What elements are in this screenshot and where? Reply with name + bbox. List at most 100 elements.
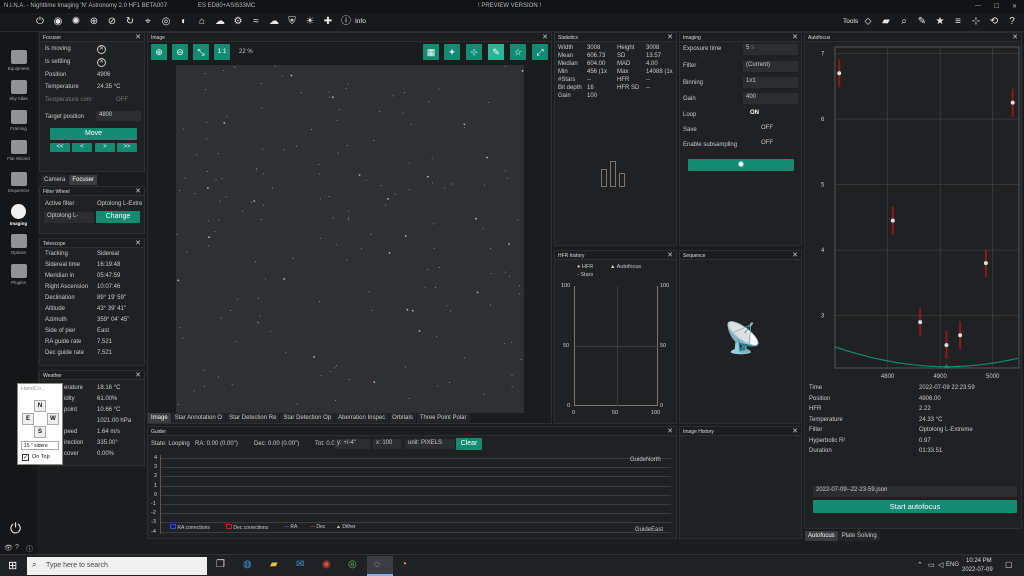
cloud-icon[interactable]: ☁ xyxy=(268,16,280,28)
solver-icon[interactable]: ☀ xyxy=(304,16,316,28)
focuser-icon[interactable]: ⊘ xyxy=(106,16,118,28)
close-icon[interactable]: ✕ xyxy=(1012,33,1018,41)
nina-taskbar-button[interactable]: ◌ xyxy=(367,556,393,576)
detect-stars-icon[interactable]: ☆ xyxy=(510,44,526,60)
temp-comp-toggle[interactable]: OFF xyxy=(116,97,128,103)
filter-wheel-icon[interactable]: ⊕ xyxy=(88,16,100,28)
filter-select[interactable]: Optolong L- xyxy=(44,212,94,223)
gain-input[interactable]: 400 xyxy=(743,93,798,104)
tools-icon[interactable]: ⬦ xyxy=(862,16,874,28)
clock-time[interactable]: 10:24 PM xyxy=(966,558,992,564)
info-label[interactable]: Info xyxy=(355,18,366,25)
power-icon[interactable]: ⏻ xyxy=(10,520,21,537)
target-position-input[interactable]: 4800 xyxy=(96,111,141,121)
close-icon[interactable]: ✕ xyxy=(792,33,798,41)
zoom-1to1-button[interactable]: 1:1 xyxy=(214,44,230,60)
star-icon[interactable]: ★ xyxy=(934,16,946,28)
move-button[interactable]: Move xyxy=(50,128,137,140)
settings-icon[interactable]: ≡ xyxy=(952,16,964,28)
step-in-button[interactable]: < xyxy=(72,143,92,152)
dome-icon[interactable]: ⌂ xyxy=(196,16,208,28)
minimize-icon[interactable]: — xyxy=(975,3,981,9)
plugin-icon[interactable]: ✚ xyxy=(322,16,334,28)
close-icon[interactable]: ✕ xyxy=(792,427,798,435)
rotator-icon[interactable]: ↻ xyxy=(124,16,136,28)
tab-star-detection-results[interactable]: Star Detection Re xyxy=(226,413,280,423)
tab-camera[interactable]: Camera xyxy=(41,175,69,185)
tab-aberration-inspector[interactable]: Aberration Inspec xyxy=(335,413,389,423)
close-icon[interactable]: ✕ xyxy=(135,239,141,247)
save-toggle[interactable]: OFF xyxy=(761,125,773,131)
guider-clear-button[interactable]: Clear xyxy=(456,438,482,450)
tab-orbitals[interactable]: Orbitals xyxy=(389,413,416,423)
network-icon[interactable]: ▭ xyxy=(928,561,935,569)
zoom-out-icon[interactable]: ⊖ xyxy=(172,44,188,60)
close-icon[interactable]: ✕ xyxy=(135,33,141,41)
info-icon[interactable]: ⓘ xyxy=(340,16,352,28)
tab-star-detection-options[interactable]: Star Detection Op xyxy=(280,413,335,423)
fit-icon[interactable]: ⤡ xyxy=(193,44,209,60)
east-button[interactable]: E xyxy=(22,413,34,425)
ruler-icon[interactable]: ▰ xyxy=(880,16,892,28)
sidebar-item-plugins[interactable]: Plugins xyxy=(0,262,37,292)
sidebar-item-framing[interactable]: Framing xyxy=(0,108,37,138)
sidebar-item-flat-wizard[interactable]: Flat Wizard xyxy=(0,138,37,168)
change-filter-button[interactable]: Change xyxy=(96,211,140,223)
guider-unit-select[interactable]: unit: PIXELS xyxy=(405,439,455,449)
sidebar-item-sequencer[interactable]: Sequencer xyxy=(0,170,37,200)
guider-y-scale-select[interactable]: y: +/-4" xyxy=(334,439,370,449)
tray-arrow-icon[interactable]: ⌃ xyxy=(917,561,923,569)
wand-icon[interactable]: ✎ xyxy=(916,16,928,28)
chrome-icon[interactable]: ◉ xyxy=(322,559,331,570)
subsampling-toggle[interactable]: OFF xyxy=(761,140,773,146)
crosshair-icon[interactable]: ⊹ xyxy=(970,16,982,28)
west-button[interactable]: W xyxy=(47,413,59,425)
file-explorer-icon[interactable]: ▰ xyxy=(270,559,278,570)
auto-stretch-icon[interactable]: ✎ xyxy=(488,44,504,60)
close-icon[interactable]: ✕ xyxy=(1012,3,1017,10)
history-icon[interactable]: ⟲ xyxy=(988,16,1000,28)
step-out-button[interactable]: > xyxy=(95,143,115,152)
language-indicator[interactable]: ENG xyxy=(946,562,959,568)
guider-x-scale-select[interactable]: x: 100 xyxy=(373,439,401,449)
sidebar-item-equipment[interactable]: Equipment xyxy=(0,48,37,78)
sidebar-item-options[interactable]: Options xyxy=(0,232,37,262)
tab-image[interactable]: Image xyxy=(148,413,171,423)
grid-icon[interactable]: ▦ xyxy=(423,44,439,60)
crosshair-icon[interactable]: ⊹ xyxy=(466,44,482,60)
filter-select[interactable]: (Current) xyxy=(743,61,798,72)
phd2-icon[interactable]: ◎ xyxy=(348,559,357,570)
windows-start-icon[interactable]: ⊞ xyxy=(8,559,17,572)
eye-icon[interactable]: 👁 xyxy=(4,544,13,552)
captured-image[interactable] xyxy=(176,65,524,413)
exposure-input[interactable]: 5 s xyxy=(743,44,798,55)
close-icon[interactable]: ✕ xyxy=(135,371,141,379)
volume-icon[interactable]: ◁ xyxy=(938,561,943,569)
info-circle-icon[interactable]: ⓘ xyxy=(26,544,33,554)
close-icon[interactable]: ✕ xyxy=(542,33,548,41)
clock-date[interactable]: 2022-07-09 xyxy=(962,567,993,573)
gear-icon[interactable]: ✺ xyxy=(70,16,82,28)
tab-autofocus[interactable]: Autofocus xyxy=(805,531,838,541)
guider-icon[interactable]: ≈ xyxy=(250,16,262,28)
search-icon[interactable]: ⌕ xyxy=(898,16,910,28)
south-button[interactable]: S xyxy=(34,426,46,438)
step-far-in-button[interactable]: << xyxy=(50,143,70,152)
switch-icon[interactable]: ⚙ xyxy=(232,16,244,28)
capture-button[interactable]: ✺ xyxy=(688,159,794,171)
start-autofocus-button[interactable]: Start autofocus xyxy=(813,500,1017,513)
connect-icon[interactable]: ⏻ xyxy=(34,16,46,28)
close-icon[interactable]: ✕ xyxy=(667,251,673,259)
tab-plate-solving[interactable]: Plate Solving xyxy=(838,531,880,541)
help-circle-icon[interactable]: ? xyxy=(15,544,19,551)
step-far-out-button[interactable]: >> xyxy=(117,143,137,152)
notifications-icon[interactable]: ▢ xyxy=(1005,560,1013,569)
north-button[interactable]: N xyxy=(34,400,46,412)
mail-icon[interactable]: ✉ xyxy=(296,559,304,570)
autofocus-file-select[interactable]: 2022-07-09--22-23-59.json xyxy=(813,486,1017,497)
camera-icon[interactable]: ◉ xyxy=(52,16,64,28)
sharpcap-icon[interactable]: ◔ xyxy=(401,559,407,570)
close-icon[interactable]: ✕ xyxy=(792,251,798,259)
tab-focuser[interactable]: Focuser xyxy=(69,175,98,185)
task-view-icon[interactable]: ❐ xyxy=(216,559,225,570)
